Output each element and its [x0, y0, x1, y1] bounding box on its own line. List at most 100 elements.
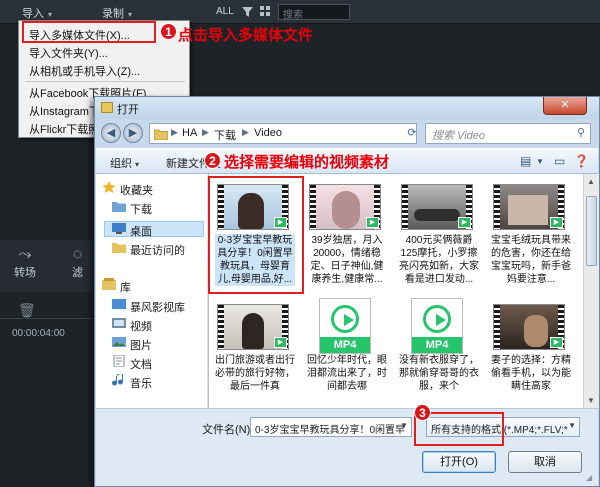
menu-separator	[25, 81, 185, 82]
dialog-titlebar: 打开 ✕	[95, 97, 599, 119]
pictures-icon	[112, 337, 126, 347]
folder-icon	[154, 129, 168, 140]
folder-search-placeholder: 搜索 Video	[432, 130, 485, 142]
file-name: 妻子的选择：方精偷看手机，以为能瞒住高家	[491, 355, 571, 392]
dialog-footer: 文件名(N): 0-3岁宝宝早教玩具分享！0闲置早 ▼ 所有支持的格式 (*.MP…	[96, 408, 598, 486]
breadcrumb-ha[interactable]: HA	[182, 127, 197, 139]
file-name: 400元买俩薇爵125摩托，小罗擦亮闪亮如新，大家看是进口发动...	[399, 235, 479, 285]
file-name: 出门旅游或者出行必带的旅行好物，最后一件真	[215, 355, 295, 392]
file-name: 39岁独居，月入20000，情绪稳定、日子神仙,健康养生,健康常...	[310, 235, 384, 285]
star-icon	[102, 181, 116, 193]
help-icon[interactable]: ❓	[574, 154, 589, 168]
sidebar-item-pictures[interactable]: 图片	[130, 337, 152, 353]
chevron-down-icon[interactable]: ▼	[400, 421, 408, 430]
video-thumbnail: ▶	[493, 304, 565, 350]
file-item[interactable]: ▶ 妻子的选择：方精偷看手机，以为能瞒住高家	[489, 298, 573, 406]
view-options-icon[interactable]: ▤	[520, 154, 531, 168]
grid-view-icon[interactable]	[260, 6, 271, 17]
file-item[interactable]: ▶ 宝宝毛绒玩具带来的危害，你还在给宝宝玩吗，新手爸妈要注意...	[489, 178, 573, 286]
menu-item-import-folder[interactable]: 导入文件夹(Y)...	[29, 45, 108, 61]
music-icon	[112, 374, 123, 386]
chevron-down-icon[interactable]: ▼	[536, 157, 544, 166]
filters-button[interactable]: ◌ 滤	[72, 246, 83, 280]
resize-grip[interactable]: ◢	[586, 473, 592, 482]
file-item[interactable]: MP4 没有新衣服穿了，那就偷穿哥哥的衣服，来个	[397, 298, 481, 406]
search-icon: ⚲	[576, 127, 585, 139]
folder-search-input[interactable]: 搜索 Video ⚲	[425, 123, 591, 144]
chevron-down-icon: ▾	[135, 160, 140, 169]
record-menu-label: 录制	[102, 8, 124, 20]
sidebar-item-storm-library[interactable]: 暴风影视库	[130, 299, 185, 315]
breadcrumb-video[interactable]: Video	[254, 127, 282, 139]
forward-button[interactable]: ▶	[123, 123, 143, 143]
video-file-icon: ▶	[274, 337, 287, 348]
open-button[interactable]: 打开(O)	[422, 451, 496, 473]
app-search-input[interactable]: 搜索	[278, 4, 350, 21]
sidebar-item-downloads[interactable]: 下载	[130, 201, 152, 217]
mp4-file-icon: MP4	[411, 298, 463, 354]
step1-callout: 点击导入多媒体文件	[178, 27, 314, 44]
transitions-label: 转场	[14, 267, 36, 279]
filter-icon[interactable]	[242, 6, 253, 17]
mp4-file-icon: MP4	[319, 298, 371, 354]
organize-button[interactable]: 组织 ▾	[110, 155, 139, 171]
sidebar-item-favorites[interactable]: 收藏夹	[120, 182, 153, 198]
file-item[interactable]: ▶ 出门旅游或者出行必带的旅行好物，最后一件真	[213, 298, 297, 406]
navigation-pane: 收藏夹 下载 桌面 最近访问的 库 暴风影视库 视频 图片 文档 音乐	[96, 174, 208, 408]
video-library-icon	[112, 318, 126, 328]
close-button[interactable]: ✕	[543, 97, 587, 115]
transitions-button[interactable]: ⤳ 转场	[14, 246, 36, 280]
file-item[interactable]: ▶ 39岁独居，月入20000，情绪稳定、日子神仙,健康养生,健康常...	[305, 178, 389, 286]
file-name: 回忆少年时代，眼泪都流出来了，时间都去哪	[307, 355, 387, 392]
breadcrumb-downloads[interactable]: 下载	[214, 127, 236, 143]
step2-marker: 2	[204, 152, 221, 169]
sidebar-item-videos[interactable]: 视频	[130, 318, 152, 334]
chevron-down-icon: ▾	[128, 10, 133, 19]
scroll-down-icon[interactable]: ▼	[587, 396, 595, 405]
filename-value: 0-3岁宝宝早教玩具分享！0闲置早	[255, 425, 406, 436]
preview-pane-icon[interactable]: ▭	[554, 154, 565, 168]
sidebar-item-library[interactable]: 库	[120, 279, 131, 295]
trash-icon[interactable]: 🗑	[18, 302, 36, 319]
filename-input[interactable]: 0-3岁宝宝早教玩具分享！0闲置早 ▼	[250, 417, 412, 437]
import-menu-button[interactable]: 导入 ▾	[22, 5, 52, 21]
record-menu-button[interactable]: 录制 ▾	[102, 5, 132, 21]
sidebar-item-desktop[interactable]: 桌面	[130, 223, 152, 239]
scrollbar-thumb[interactable]	[586, 196, 597, 266]
file-item[interactable]: MP4 回忆少年时代，眼泪都流出来了，时间都去哪	[305, 298, 389, 406]
dialog-title: 打开	[117, 104, 139, 116]
video-file-icon: ▶	[458, 217, 471, 228]
recent-places-icon	[112, 243, 126, 253]
mp4-badge: MP4	[412, 337, 462, 353]
file-grid-scrollbar[interactable]: ▲ ▼	[583, 174, 599, 408]
all-filter-label[interactable]: ALL	[216, 6, 234, 17]
file-item[interactable]: ▶ 400元买俩薇爵125摩托，小罗擦亮闪亮如新，大家看是进口发动...	[397, 178, 481, 286]
app-search-placeholder: 搜索	[283, 10, 303, 21]
sidebar-item-music[interactable]: 音乐	[130, 375, 152, 391]
cancel-button[interactable]: 取消	[508, 451, 582, 473]
mp4-badge: MP4	[320, 337, 370, 353]
folder-icon	[101, 102, 113, 113]
breadcrumb-separator: ▶	[171, 127, 178, 137]
sidebar-item-documents[interactable]: 文档	[130, 356, 152, 372]
import-menu-label: 导入	[22, 8, 44, 20]
menu-item-import-camera[interactable]: 从相机或手机导入(Z)...	[29, 63, 140, 79]
step1-marker: 1	[160, 23, 177, 40]
timeline-divider	[0, 318, 100, 319]
back-button[interactable]: ◀	[101, 123, 121, 143]
sidebar-item-recent[interactable]: 最近访问的	[130, 242, 185, 258]
breadcrumb-separator: ▶	[242, 127, 249, 137]
refresh-icon[interactable]: ⟳	[405, 123, 419, 144]
video-thumbnail: ▶	[217, 304, 289, 350]
media-library-icon	[112, 299, 126, 309]
breadcrumb-separator: ▶	[202, 127, 209, 137]
video-file-icon: ▶	[550, 217, 563, 228]
desktop-icon	[112, 223, 126, 234]
step2-callout: 选择需要编辑的视频素材	[224, 154, 390, 171]
scroll-up-icon[interactable]: ▲	[587, 177, 595, 186]
file-name: 没有新衣服穿了，那就偷穿哥哥的衣服，来个	[399, 355, 479, 392]
video-thumbnail: ▶	[493, 184, 565, 230]
address-bar[interactable]: ▶ HA ▶ 下载 ▶ Video ▼	[149, 123, 449, 144]
library-icon	[102, 278, 116, 290]
documents-icon	[113, 355, 125, 367]
